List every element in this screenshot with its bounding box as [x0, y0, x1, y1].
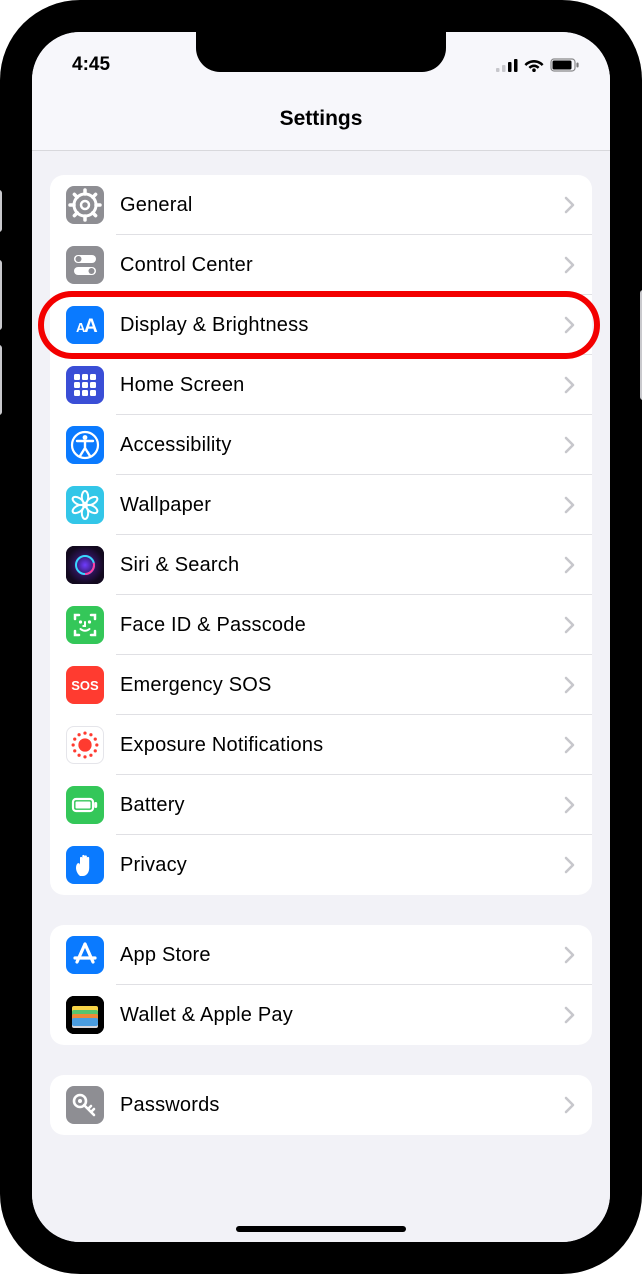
row-app-store[interactable]: App Store	[50, 925, 592, 985]
status-time: 4:45	[72, 54, 110, 76]
cellular-icon	[496, 58, 518, 72]
row-label: General	[120, 194, 564, 217]
grid-icon	[66, 366, 104, 404]
row-wallpaper[interactable]: Wallpaper	[50, 475, 592, 535]
row-emergency-sos[interactable]: SOS Emergency SOS	[50, 655, 592, 715]
battery-icon	[550, 58, 580, 72]
chevron-right-icon	[564, 796, 576, 814]
row-accessibility[interactable]: Accessibility	[50, 415, 592, 475]
chevron-right-icon	[564, 946, 576, 964]
row-home-screen[interactable]: Home Screen	[50, 355, 592, 415]
row-label: Home Screen	[120, 374, 564, 397]
svg-text:A: A	[84, 316, 98, 337]
siri-icon	[66, 546, 104, 584]
key-icon	[66, 1086, 104, 1124]
row-label: Passwords	[120, 1094, 564, 1117]
chevron-right-icon	[564, 1096, 576, 1114]
row-faceid-passcode[interactable]: Face ID & Passcode	[50, 595, 592, 655]
row-siri-search[interactable]: Siri & Search	[50, 535, 592, 595]
row-label: Accessibility	[120, 434, 564, 457]
notch	[196, 32, 446, 72]
row-label: Battery	[120, 794, 564, 817]
row-wallet-applepay[interactable]: Wallet & Apple Pay	[50, 985, 592, 1045]
gear-icon	[66, 186, 104, 224]
row-exposure-notifs[interactable]: Exposure Notifications	[50, 715, 592, 775]
svg-text:SOS: SOS	[71, 678, 99, 693]
row-label: Control Center	[120, 254, 564, 277]
settings-list[interactable]: General Control Center AA Display & Brightn…	[32, 151, 610, 1242]
exposure-icon	[66, 726, 104, 764]
row-label: Privacy	[120, 854, 564, 877]
screen: 4:45	[22, 22, 620, 1252]
row-display-brightness[interactable]: AA Display & Brightness	[50, 295, 592, 355]
flower-icon	[66, 486, 104, 524]
status-icons	[496, 58, 580, 72]
settings-group: Passwords	[50, 1075, 592, 1135]
row-label: Exposure Notifications	[120, 734, 564, 757]
accessibility-icon	[66, 426, 104, 464]
chevron-right-icon	[564, 676, 576, 694]
row-label: Wallet & Apple Pay	[120, 1004, 564, 1027]
nav-header: Settings	[32, 87, 610, 151]
row-label: Face ID & Passcode	[120, 614, 564, 637]
appstore-icon	[66, 936, 104, 974]
row-label: Emergency SOS	[120, 674, 564, 697]
row-label: Siri & Search	[120, 554, 564, 577]
side-button-volup	[0, 260, 2, 330]
chevron-right-icon	[564, 376, 576, 394]
toggles-icon	[66, 246, 104, 284]
chevron-right-icon	[564, 256, 576, 274]
settings-group: General Control Center AA Display & Brightn…	[50, 175, 592, 895]
page-title: Settings	[280, 107, 363, 131]
settings-group: App Store Wallet & Apple Pay	[50, 925, 592, 1045]
row-label: Wallpaper	[120, 494, 564, 517]
row-label: Display & Brightness	[120, 314, 564, 337]
chevron-right-icon	[564, 496, 576, 514]
home-indicator[interactable]	[236, 1226, 406, 1232]
wifi-icon	[524, 58, 544, 72]
row-privacy[interactable]: Privacy	[50, 835, 592, 895]
battery-icon	[66, 786, 104, 824]
row-general[interactable]: General	[50, 175, 592, 235]
row-battery[interactable]: Battery	[50, 775, 592, 835]
row-control-center[interactable]: Control Center	[50, 235, 592, 295]
chevron-right-icon	[564, 616, 576, 634]
sos-icon: SOS	[66, 666, 104, 704]
chevron-right-icon	[564, 1006, 576, 1024]
side-button-voldown	[0, 345, 2, 415]
faceid-icon	[66, 606, 104, 644]
side-button-silent	[0, 190, 2, 232]
row-passwords[interactable]: Passwords	[50, 1075, 592, 1135]
chevron-right-icon	[564, 556, 576, 574]
chevron-right-icon	[564, 196, 576, 214]
chevron-right-icon	[564, 316, 576, 334]
row-label: App Store	[120, 944, 564, 967]
hand-icon	[66, 846, 104, 884]
chevron-right-icon	[564, 736, 576, 754]
chevron-right-icon	[564, 856, 576, 874]
chevron-right-icon	[564, 436, 576, 454]
textsize-icon: AA	[66, 306, 104, 344]
phone-frame: 4:45	[0, 0, 642, 1274]
wallet-icon	[66, 996, 104, 1034]
